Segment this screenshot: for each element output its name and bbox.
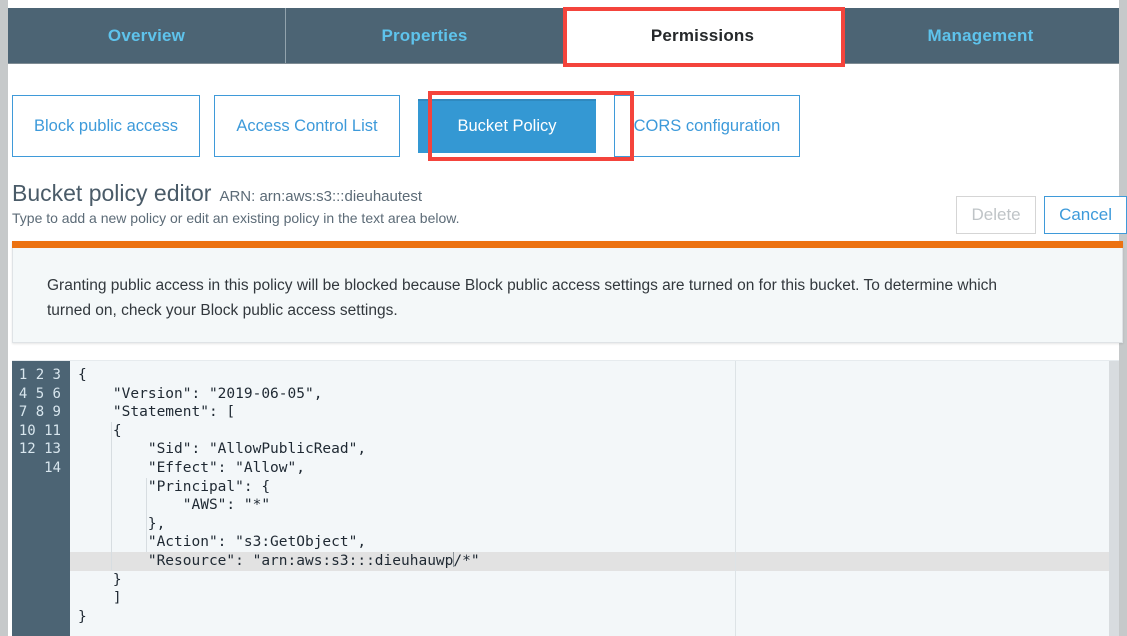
- code-line: "AWS": "*": [78, 497, 271, 514]
- page-margin-left: [0, 0, 8, 636]
- cancel-button-label: Cancel: [1059, 205, 1112, 224]
- subtab-access-control-list-label: Access Control List: [236, 116, 378, 135]
- code-line: {: [78, 367, 87, 383]
- code-line: "Statement": [: [78, 404, 236, 421]
- code-line: }: [78, 608, 87, 625]
- code-line: {: [78, 422, 122, 439]
- subtab-bucket-policy[interactable]: Bucket Policy: [414, 95, 600, 157]
- editor-action-buttons: Delete Cancel: [956, 196, 1127, 234]
- page-title: Bucket policy editor: [12, 180, 212, 206]
- subtab-bucket-policy-label: Bucket Policy: [457, 116, 557, 135]
- policy-code-editor[interactable]: 1 2 3 4 5 6 7 8 9 10 11 12 13 14 { "Vers…: [12, 360, 1119, 636]
- tab-permissions-label: Permissions: [650, 25, 755, 45]
- tab-properties-label: Properties: [381, 25, 468, 45]
- subtab-block-public-access[interactable]: Block public access: [12, 95, 200, 157]
- tab-properties[interactable]: Properties: [286, 8, 564, 63]
- page-root: Overview Properties Permissions Manageme…: [0, 0, 1127, 636]
- tab-management[interactable]: Management: [842, 8, 1119, 63]
- delete-button-label: Delete: [971, 205, 1021, 224]
- editor-code-area[interactable]: { "Version": "2019-06-05", "Statement": …: [70, 361, 1119, 636]
- subtab-cors-configuration[interactable]: CORS configuration: [614, 95, 800, 157]
- tab-bar-underline: [8, 63, 1119, 64]
- code-line: "Version": "2019-06-05",: [78, 385, 323, 402]
- tab-permissions[interactable]: Permissions: [564, 8, 842, 63]
- banner-accent-stripe: [12, 241, 1123, 248]
- tab-management-label: Management: [927, 25, 1034, 45]
- code-line: ]: [78, 590, 122, 607]
- subtab-block-public-access-label: Block public access: [34, 116, 178, 135]
- editor-subtitle: Type to add a new policy or edit an exis…: [12, 210, 460, 226]
- permissions-subtab-group: Block public access Access Control List …: [12, 95, 800, 157]
- subtab-cors-configuration-label: CORS configuration: [633, 116, 781, 135]
- cancel-button[interactable]: Cancel: [1044, 196, 1127, 234]
- code-line: "Principal": {: [78, 478, 271, 495]
- code-line: },: [78, 515, 166, 532]
- code-line: "Resource": "arn:aws:s3:::dieuhauwp/*": [78, 551, 480, 569]
- bucket-arn: ARN: arn:aws:s3:::dieuhautest: [219, 188, 423, 205]
- tab-overview-label: Overview: [107, 25, 186, 45]
- text-caret: [452, 551, 454, 567]
- public-access-warning-text: Granting public access in this policy wi…: [47, 277, 998, 319]
- delete-button[interactable]: Delete: [956, 196, 1037, 234]
- policy-json-text[interactable]: { "Version": "2019-06-05", "Statement": …: [70, 361, 1119, 626]
- tab-overview[interactable]: Overview: [8, 8, 286, 63]
- code-line: "Action": "s3:GetObject",: [78, 534, 367, 551]
- code-line: }: [78, 571, 122, 588]
- bucket-policy-editor-header: Bucket policy editor ARN: arn:aws:s3:::d…: [12, 180, 1127, 234]
- code-line: "Sid": "AllowPublicRead",: [78, 441, 367, 458]
- bucket-tab-bar: Overview Properties Permissions Manageme…: [8, 8, 1119, 63]
- editor-vertical-scrollbar[interactable]: [1109, 361, 1119, 636]
- subtab-access-control-list[interactable]: Access Control List: [214, 95, 400, 157]
- editor-title-row: Bucket policy editor ARN: arn:aws:s3:::d…: [12, 180, 1119, 207]
- editor-line-number-gutter: 1 2 3 4 5 6 7 8 9 10 11 12 13 14: [12, 361, 70, 636]
- code-line: "Effect": "Allow",: [78, 459, 305, 476]
- public-access-warning-banner: Granting public access in this policy wi…: [12, 241, 1123, 343]
